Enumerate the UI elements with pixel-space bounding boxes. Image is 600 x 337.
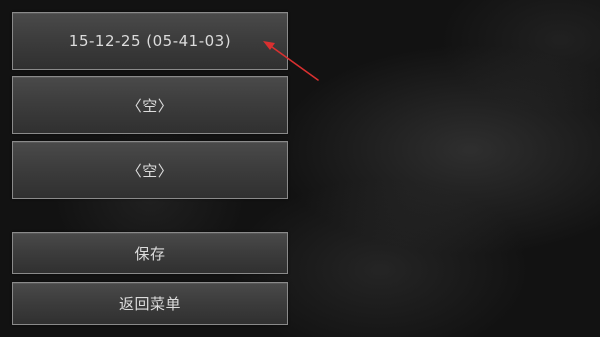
save-slot-1-label: 15-12-25 (05-41-03) [68, 32, 232, 50]
return-to-menu-label: 返回菜单 [118, 295, 181, 313]
save-slot-1[interactable]: 15-12-25 (05-41-03) [12, 12, 288, 70]
save-load-screen: 15-12-25 (05-41-03) 〈空〉 〈空〉 保存 返回菜单 [0, 0, 600, 337]
save-slot-3-label: 〈空〉 [126, 161, 174, 180]
save-button-label: 保存 [134, 244, 166, 263]
save-button[interactable]: 保存 [12, 232, 288, 274]
save-slot-3[interactable]: 〈空〉 [12, 141, 288, 199]
save-slot-2-label: 〈空〉 [126, 96, 174, 115]
return-to-menu-button[interactable]: 返回菜单 [12, 282, 288, 325]
save-slot-2[interactable]: 〈空〉 [12, 76, 288, 134]
